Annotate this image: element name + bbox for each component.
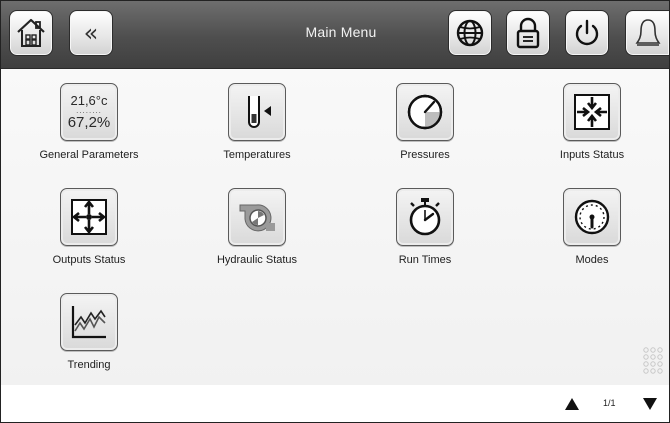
tile-label: Run Times xyxy=(398,254,452,266)
humidity-readout: 67,2% xyxy=(67,113,111,131)
language-button[interactable] xyxy=(448,10,492,56)
header-bar: « Main Menu xyxy=(1,1,669,69)
main-menu-screen: « Main Menu 21,6°c ........ 67,2% Genera… xyxy=(0,0,670,423)
outputs-arrows-icon xyxy=(60,188,118,246)
pressure-gauge-icon xyxy=(396,83,454,141)
page-up-button[interactable] xyxy=(557,391,587,417)
tile-general-parameters[interactable]: 21,6°c ........ 67,2% General Parameters xyxy=(9,83,169,183)
tile-label: Trending xyxy=(67,359,111,371)
trend-chart-icon xyxy=(60,293,118,351)
tile-label: Inputs Status xyxy=(559,149,625,161)
tile-label: Outputs Status xyxy=(52,254,126,266)
tile-label: Temperatures xyxy=(223,149,291,161)
home-icon xyxy=(17,18,45,47)
triangle-up-icon xyxy=(565,398,579,410)
lock-icon xyxy=(516,17,540,49)
lock-button[interactable] xyxy=(506,10,550,56)
dial-gauge-icon xyxy=(563,188,621,246)
tile-temperatures[interactable]: Temperatures xyxy=(177,83,337,183)
pagination-bar: 1/1 xyxy=(1,385,669,422)
keypad-grid-icon xyxy=(643,347,663,374)
power-icon xyxy=(575,19,599,46)
page-indicator: 1/1 xyxy=(603,398,616,408)
bell-icon xyxy=(635,19,660,46)
stopwatch-icon xyxy=(396,188,454,246)
globe-icon xyxy=(456,19,484,47)
home-button[interactable] xyxy=(9,10,53,56)
tile-modes[interactable]: Modes xyxy=(512,188,669,288)
alarm-button[interactable] xyxy=(625,10,669,56)
back-button[interactable]: « xyxy=(69,10,113,56)
thermometer-icon xyxy=(228,83,286,141)
back-chevron-icon: « xyxy=(83,19,99,47)
tile-label: General Parameters xyxy=(39,149,139,161)
tile-label: Pressures xyxy=(400,149,450,161)
tile-run-times[interactable]: Run Times xyxy=(345,188,505,288)
power-button[interactable] xyxy=(565,10,609,56)
menu-grid: 21,6°c ........ 67,2% General Parameters… xyxy=(1,69,669,385)
tile-pressures[interactable]: Pressures xyxy=(345,83,505,183)
tile-outputs-status[interactable]: Outputs Status xyxy=(9,188,169,288)
tile-label: Modes xyxy=(575,254,609,266)
general-parameters-icon: 21,6°c ........ 67,2% xyxy=(60,83,118,141)
inputs-arrows-icon xyxy=(563,83,621,141)
tile-inputs-status[interactable]: Inputs Status xyxy=(512,83,669,183)
tile-trending[interactable]: Trending xyxy=(9,293,169,393)
page-down-button[interactable] xyxy=(635,391,665,417)
tile-label: Hydraulic Status xyxy=(216,254,298,266)
tile-hydraulic-status[interactable]: Hydraulic Status xyxy=(177,188,337,288)
pump-icon xyxy=(228,188,286,246)
page-title: Main Menu xyxy=(305,24,377,40)
triangle-down-icon xyxy=(643,398,657,410)
